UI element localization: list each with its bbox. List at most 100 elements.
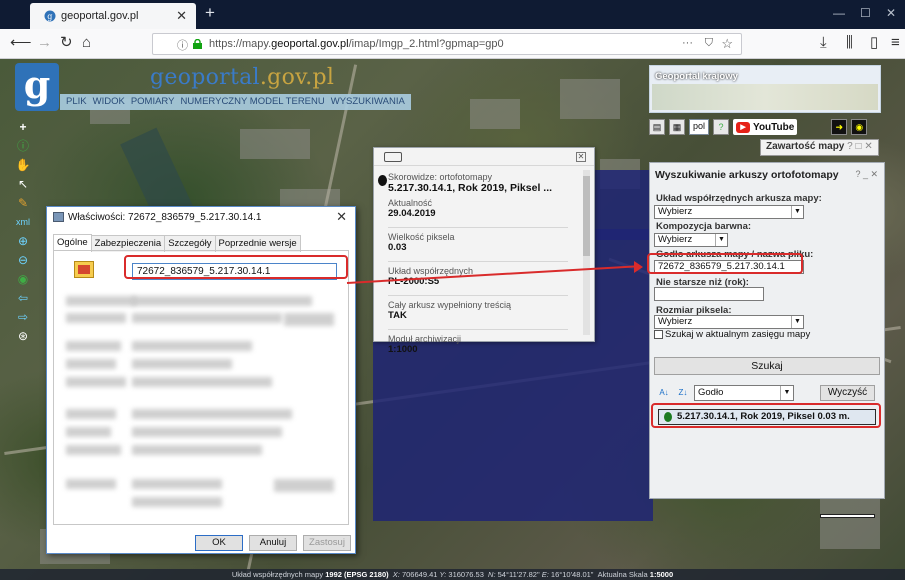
eye-icon[interactable]: ◉ <box>851 119 868 135</box>
layers-icon[interactable]: ▦ <box>669 119 685 135</box>
search-panel-title: Wyszukiwanie arkuszy ortofotomapy <box>655 169 839 181</box>
popup-topbar <box>374 148 594 166</box>
menu-item-pomiary[interactable]: POMIARY <box>131 96 175 108</box>
sort-select[interactable]: Godło ▼ <box>694 385 794 401</box>
zoom-in-icon[interactable]: ⊕ <box>10 232 36 250</box>
extent-checkbox[interactable] <box>654 330 663 339</box>
map-contents-button[interactable]: Zawartość mapy ? □ ✕ <box>760 139 879 156</box>
map-status-bar: Układ współrzędnych mapy 1992 (EPSG 2180… <box>0 569 905 580</box>
location-pin-icon <box>378 175 387 186</box>
close-window-icon[interactable]: ✕ <box>886 6 896 20</box>
clear-button[interactable]: Wyczyść <box>820 385 875 401</box>
library-icon[interactable]: ⫼ <box>846 35 853 51</box>
popup-scrollbar[interactable] <box>583 170 590 335</box>
geoportal-main-menu: PLIK WIDOK POMIARY NUMERYCZNY MODEL TERE… <box>60 94 411 110</box>
chevron-down-icon: ▼ <box>780 386 793 400</box>
settings-gear-icon[interactable]: ⊛ <box>10 327 36 345</box>
apply-button[interactable]: Zastosuj <box>303 535 351 551</box>
browser-tab[interactable]: g geoportal.gov.pl ✕ <box>30 3 196 29</box>
page-actions-icon[interactable]: ··· <box>682 37 693 49</box>
help-icon[interactable]: ? <box>713 119 730 135</box>
info-tool-icon[interactable]: ⓘ <box>10 137 36 155</box>
downloads-icon[interactable]: ⤓ <box>820 35 827 51</box>
previous-view-icon[interactable]: ⇦ <box>10 289 36 307</box>
new-tab-icon[interactable]: + <box>205 3 215 23</box>
pan-hand-icon[interactable]: ✋ <box>10 156 36 174</box>
pixel-size-select[interactable]: Wybierz ▼ <box>654 315 804 329</box>
globe-icon[interactable]: ◉ <box>10 270 36 288</box>
address-bar[interactable]: ⓘ https://mapy.geoportal.gov.pl/imap/Img… <box>152 33 742 55</box>
menu-item-nmt[interactable]: NUMERYCZNY MODEL TERENU <box>180 96 324 108</box>
dialog-content: 72672_836579_5.217.30.14.1 <box>53 250 349 525</box>
menu-item-wyszukiwania[interactable]: WYSZUKIWANIA <box>331 96 405 108</box>
forward-icon[interactable]: → <box>37 35 52 51</box>
home-icon[interactable]: ⌂ <box>82 35 91 51</box>
pencil-icon[interactable]: ✎ <box>10 194 36 212</box>
extent-checkbox-label: Szukaj w aktualnym zasięgu mapy <box>665 329 811 340</box>
cancel-button[interactable]: Anuluj <box>249 535 297 551</box>
divider <box>388 329 568 330</box>
coord-system-label: Układ współrzędnych arkusza mapy: <box>656 193 822 204</box>
panel-controls[interactable]: ? □ ✕ <box>847 141 873 152</box>
crs-label: Układ współrzędnych mapy <box>231 570 324 579</box>
scale-label: Aktualna Skala <box>597 570 648 579</box>
chevron-down-icon: ▼ <box>791 206 803 218</box>
arrow-right-icon[interactable]: ➜ <box>831 119 848 135</box>
bookmark-star-icon[interactable]: ☆ <box>721 36 733 52</box>
zoom-plus-icon[interactable]: + <box>10 118 36 136</box>
color-composition-select[interactable]: Wybierz ▼ <box>654 233 728 247</box>
map-scale-bar <box>820 514 875 518</box>
n-value: 54°11'27.82" <box>497 570 540 579</box>
popup-close-icon[interactable]: ✕ <box>576 152 586 162</box>
geoportal-favicon-icon: g <box>44 10 56 22</box>
blurred-row <box>66 296 136 306</box>
arrow-right-icon <box>634 261 643 273</box>
maximize-icon[interactable]: ☐ <box>860 6 871 20</box>
lock-icon <box>193 39 202 49</box>
reload-icon[interactable]: ↻ <box>60 35 73 51</box>
overview-map-panel[interactable]: Geoportal krajowy <box>649 65 881 113</box>
print-icon[interactable]: ▤ <box>649 119 665 135</box>
chevron-down-icon: ▼ <box>791 316 803 328</box>
menu-item-widok[interactable]: WIDOK <box>93 96 125 108</box>
tab-close-icon[interactable]: ✕ <box>176 8 187 24</box>
sort-descending-icon[interactable]: Z↓ <box>675 386 691 400</box>
ok-button[interactable]: OK <box>195 535 243 551</box>
dialog-close-icon[interactable]: ✕ <box>336 209 347 225</box>
geoportal-logo[interactable]: g <box>15 63 59 111</box>
collapse-icon[interactable] <box>384 152 402 162</box>
popup-sheet-title: 5.217.30.14.1, Rok 2019, Piksel ... <box>388 182 553 194</box>
search-panel-controls[interactable]: ? _ ✕ <box>855 169 878 180</box>
year-input[interactable] <box>654 287 764 301</box>
menu-item-plik[interactable]: PLIK <box>66 96 87 108</box>
geoportal-title: geoportal.gov.pl <box>150 65 335 90</box>
coord-system-select[interactable]: Wybierz ▼ <box>654 205 804 219</box>
url-text: https://mapy.geoportal.gov.pl/imap/Imgp_… <box>209 38 504 50</box>
extent-checkbox-row[interactable]: Szukaj w aktualnym zasięgu mapy <box>654 329 810 340</box>
tab-general[interactable]: Ogólne <box>53 234 92 251</box>
pocket-icon[interactable]: ⛉ <box>705 37 713 50</box>
color-composition-label: Kompozycja barwna: <box>656 221 752 232</box>
back-icon[interactable]: ⟵ <box>10 35 32 51</box>
select-arrow-icon[interactable]: ↖ <box>10 175 36 193</box>
popup-field-value: 0.03 <box>388 242 407 253</box>
zoom-out-icon[interactable]: ⊖ <box>10 251 36 269</box>
xml-icon[interactable]: xml <box>10 213 36 231</box>
menu-icon[interactable]: ≡ <box>891 35 900 51</box>
browser-tab-bar: g geoportal.gov.pl ✕ + — ☐ ✕ <box>0 0 905 29</box>
info-icon[interactable]: ⓘ <box>177 37 188 53</box>
search-button[interactable]: Szukaj <box>654 357 880 375</box>
blurred-row <box>132 313 282 323</box>
sidebar-icon[interactable]: ▯ <box>870 35 878 51</box>
youtube-link[interactable]: ▶ YouTube <box>733 119 798 135</box>
youtube-play-icon: ▶ <box>736 121 751 133</box>
popup-field-value: 1:1000 <box>388 344 418 355</box>
sort-ascending-icon[interactable]: A↓ <box>656 386 672 400</box>
language-select[interactable]: pol <box>689 119 710 135</box>
scrollbar-thumb[interactable] <box>583 176 590 256</box>
e-label: E: <box>541 570 549 579</box>
overview-map[interactable] <box>652 84 878 110</box>
next-view-icon[interactable]: ⇨ <box>10 308 36 326</box>
blurred-row <box>132 377 272 387</box>
minimize-icon[interactable]: — <box>833 6 845 20</box>
